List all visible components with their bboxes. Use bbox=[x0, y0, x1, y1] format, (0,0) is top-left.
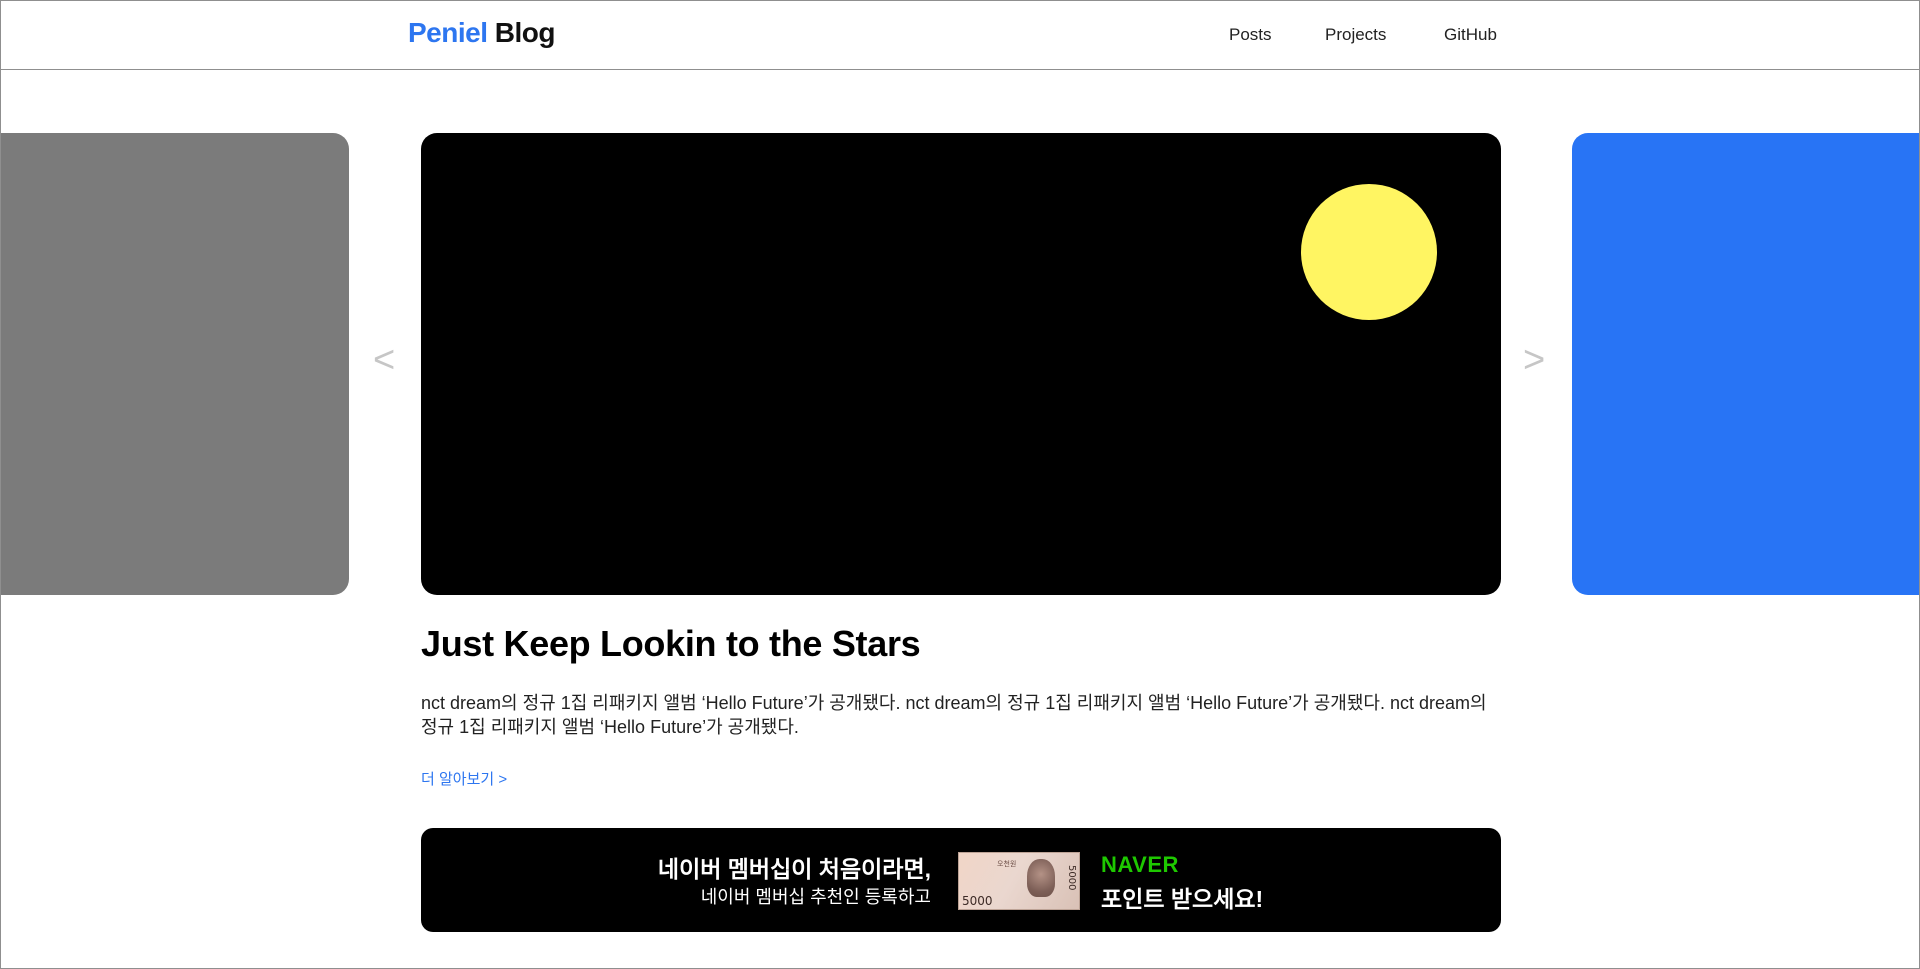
brand-accent-text: Peniel bbox=[408, 17, 488, 48]
brand-main-text: Blog bbox=[494, 17, 556, 48]
carousel-slide-prev[interactable] bbox=[1, 133, 349, 595]
banner-cta: 포인트 받으세요! bbox=[1101, 886, 1264, 912]
nav-github[interactable]: GitHub bbox=[1444, 25, 1497, 45]
banknote-value: 5000 bbox=[962, 894, 993, 908]
ad-banner[interactable]: 네이버 멤버십이 처음이라면, 네이버 멤버십 추천인 등록하고 오천원 500… bbox=[421, 828, 1501, 932]
post-title: Just Keep Lookin to the Stars bbox=[421, 623, 921, 664]
banknote-image: 오천원 5000 5000 bbox=[958, 852, 1080, 910]
chevron-left-icon[interactable]: < bbox=[373, 341, 395, 379]
naver-logo: NAVER bbox=[1101, 852, 1179, 877]
carousel-slide-next[interactable] bbox=[1572, 133, 1919, 595]
banknote-label: 오천원 bbox=[997, 861, 1017, 868]
nav-projects[interactable]: Projects bbox=[1325, 25, 1386, 45]
banner-headline: 네이버 멤버십이 처음이라면, bbox=[657, 856, 931, 882]
brand-logo[interactable]: Peniel Blog bbox=[408, 17, 555, 49]
site-header: Peniel Blog Posts Projects GitHub bbox=[1, 1, 1919, 70]
page-frame: Peniel Blog Posts Projects GitHub < > Ju… bbox=[0, 0, 1920, 969]
moon-illustration bbox=[1301, 184, 1437, 320]
read-more-link[interactable]: 더 알아보기 > bbox=[421, 768, 507, 789]
banknote-value-side: 5000 bbox=[1066, 865, 1077, 891]
banknote-portrait bbox=[1027, 859, 1055, 897]
chevron-right-icon[interactable]: > bbox=[1523, 341, 1545, 379]
nav-posts[interactable]: Posts bbox=[1229, 25, 1272, 45]
banner-subline: 네이버 멤버십 추천인 등록하고 bbox=[700, 887, 931, 907]
post-description: nct dream의 정규 1집 리패키지 앨범 ‘Hello Future’가… bbox=[421, 693, 1487, 737]
